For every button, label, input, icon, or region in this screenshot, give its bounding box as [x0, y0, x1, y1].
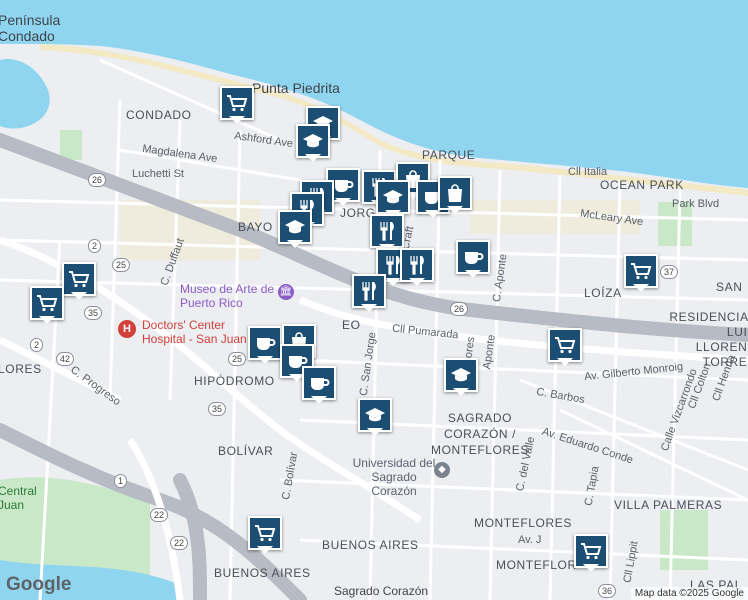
route-shield: 1 — [114, 474, 128, 488]
fork-knife-icon — [370, 214, 404, 248]
shopping-cart-icon — [624, 254, 658, 288]
graduation-cap-icon — [376, 180, 410, 214]
graduation-cap-icon — [296, 124, 330, 158]
coffee-cup-marker[interactable] — [302, 366, 336, 406]
label-central-juan: Central Juan — [0, 484, 37, 512]
graduation-cap-marker[interactable] — [296, 124, 330, 164]
fork-knife-icon — [352, 274, 386, 308]
shopping-cart-icon — [248, 516, 282, 550]
route-shield: 22 — [170, 536, 189, 550]
shopping-cart-icon — [220, 86, 254, 120]
label-universidad: Universidad del Sagrado Corazón — [352, 456, 436, 498]
route-shield: 42 — [56, 352, 75, 366]
route-shield: 22 — [150, 508, 169, 522]
label-hipodromo: HIPÓDROMO — [194, 374, 275, 388]
graduation-cap-marker[interactable] — [358, 398, 392, 438]
route-shield: 36 — [598, 584, 617, 598]
route-shield: 25 — [228, 352, 247, 366]
shopping-cart-marker[interactable] — [624, 254, 658, 294]
label-bolivar: BOLÍVAR — [218, 444, 274, 458]
graduation-cap-marker[interactable] — [278, 210, 312, 250]
route-shield: 26 — [88, 173, 107, 187]
map-attribution: Map data ©2025 Google — [630, 587, 748, 600]
label-bayo: BAYO — [238, 220, 273, 234]
label-condado-top: Condado — [0, 28, 55, 44]
graduation-cap-icon — [358, 398, 392, 432]
university-icon[interactable]: ◆ — [434, 462, 450, 478]
label-punta-piedrita: Punta Piedrita — [252, 80, 340, 96]
shopping-cart-icon — [574, 534, 608, 568]
shopping-cart-marker[interactable] — [220, 86, 254, 126]
label-eo: EO — [342, 318, 361, 332]
shopping-cart-marker[interactable] — [62, 262, 96, 302]
fork-knife-icon — [400, 248, 434, 282]
fork-knife-marker[interactable] — [400, 248, 434, 288]
label-peninsula: Península — [0, 12, 61, 28]
label-sagrado-station: Sagrado Corazón — [334, 584, 429, 598]
label-park-blvd: Park Blvd — [672, 198, 720, 210]
graduation-cap-icon — [444, 358, 478, 392]
shopping-bag-icon — [438, 176, 472, 210]
route-shield: 35 — [208, 402, 227, 416]
label-monteflores: MONTEFLORES — [474, 516, 572, 530]
label-luchetti: Luchetti St — [132, 168, 184, 180]
coffee-cup-icon — [456, 240, 490, 274]
label-museo: Museo de Arte de Puerto Rico — [180, 282, 275, 310]
coffee-cup-icon — [248, 326, 282, 360]
google-logo: Google — [6, 574, 72, 595]
shopping-cart-marker[interactable] — [248, 516, 282, 556]
shopping-cart-marker[interactable] — [30, 286, 64, 326]
label-parque: PARQUE — [422, 148, 476, 162]
label-condado: CONDADO — [126, 108, 192, 122]
shopping-cart-icon — [30, 286, 64, 320]
label-montefl2: MONTEFLOR — [496, 558, 577, 572]
route-shield: 35 — [84, 306, 103, 320]
coffee-cup-marker[interactable] — [456, 240, 490, 280]
label-ocean-park: OCEAN PARK — [600, 178, 684, 192]
graduation-cap-marker[interactable] — [444, 358, 478, 398]
map-canvas[interactable]: Península Condado Punta Piedrita CONDADO… — [0, 0, 748, 600]
coffee-cup-icon — [302, 366, 336, 400]
label-doctors: Doctors' Center Hospital - San Juan — [142, 318, 247, 346]
coffee-cup-marker[interactable] — [248, 326, 282, 366]
label-cll-italia: Cll Italia — [568, 166, 608, 178]
label-buenos-aires-2: BUENOS AIRES — [214, 566, 311, 580]
shopping-cart-icon — [62, 262, 96, 296]
route-shield: 37 — [660, 265, 679, 279]
museum-icon[interactable]: 🏛 — [278, 284, 294, 300]
label-villa-palmeras: VILLA PALMERAS — [614, 498, 723, 512]
route-shield: 25 — [112, 258, 131, 272]
route-shield: 26 — [450, 302, 469, 316]
graduation-cap-icon — [278, 210, 312, 244]
route-shield: 2 — [30, 338, 44, 352]
shopping-cart-marker[interactable] — [574, 534, 608, 574]
shopping-bag-marker[interactable] — [438, 176, 472, 216]
label-loiza: LOÍZA — [584, 286, 622, 300]
fork-knife-marker[interactable] — [352, 274, 386, 314]
label-lores: LORES — [0, 362, 42, 376]
hospital-icon[interactable]: H — [118, 320, 136, 338]
label-buenos-aires-1: BUENOS AIRES — [322, 538, 419, 552]
label-av-j: Av. J — [518, 534, 542, 546]
shopping-cart-marker[interactable] — [548, 328, 582, 368]
label-san: SAN — [716, 280, 743, 294]
shopping-cart-icon — [548, 328, 582, 362]
route-shield: 2 — [88, 239, 102, 253]
